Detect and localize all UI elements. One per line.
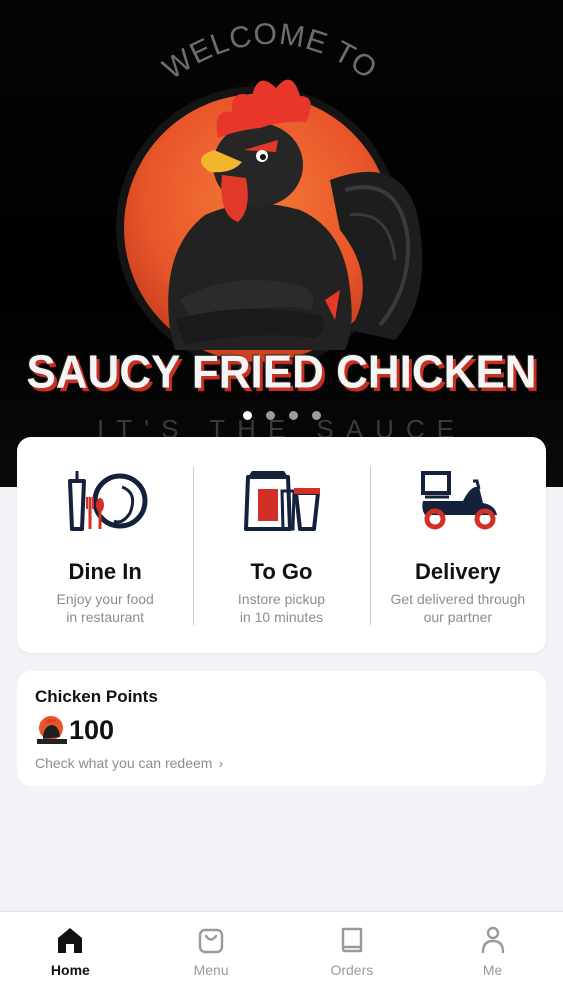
- points-value: 100: [69, 715, 115, 745]
- hero-banner[interactable]: WELCOME TO SAUCY FRIED CHICKEN IT'S THE …: [0, 0, 563, 487]
- points-logo-icon: [37, 716, 67, 744]
- carousel-dot[interactable]: [242, 411, 252, 420]
- option-title: Dine In: [68, 559, 142, 584]
- carousel-indicator[interactable]: [0, 407, 563, 425]
- book-icon: [341, 927, 363, 953]
- brand-name: SAUCY FRIED CHICKEN: [26, 346, 537, 399]
- to-go-option[interactable]: To Go Instore pickup in 10 minutes: [193, 437, 369, 653]
- tab-label: Me: [482, 962, 503, 978]
- tab-label: Orders: [330, 962, 374, 978]
- bottom-tab-bar: Home Menu Orders Me: [0, 911, 563, 1000]
- chicken-points-card[interactable]: Chicken Points 100 Check what you can re…: [17, 671, 546, 786]
- dine-in-option[interactable]: Dine In Enjoy your food in restaurant: [17, 437, 193, 653]
- tab-orders[interactable]: Orders: [282, 912, 423, 1000]
- order-options-card: Dine In Enjoy your food in restaurant To…: [17, 437, 546, 653]
- tab-menu[interactable]: Menu: [141, 912, 282, 1000]
- bag-icon: [198, 928, 224, 954]
- person-icon: [481, 926, 504, 954]
- carousel-dot[interactable]: [311, 411, 321, 420]
- delivery-option[interactable]: Delivery Get delivered through our partn…: [369, 437, 546, 653]
- to-go-icon: [244, 471, 321, 531]
- option-description: Get delivered through our partner: [390, 591, 526, 625]
- dine-in-icon: [68, 471, 148, 531]
- option-title: Delivery: [415, 559, 501, 584]
- home-icon: [58, 928, 83, 953]
- carousel-dot[interactable]: [288, 411, 298, 420]
- option-title: To Go: [250, 559, 313, 584]
- points-title: Chicken Points: [35, 687, 158, 706]
- tab-me[interactable]: Me: [422, 912, 563, 1000]
- delivery-scooter-icon: [420, 471, 497, 530]
- tab-home[interactable]: Home: [0, 912, 141, 1000]
- chevron-right-icon: ›: [218, 755, 224, 771]
- option-description: Instore pickup in 10 minutes: [237, 591, 326, 625]
- redeem-link-label: Check what you can redeem: [35, 755, 213, 771]
- tab-label: Menu: [193, 962, 229, 978]
- carousel-dot[interactable]: [265, 411, 275, 420]
- redeem-link[interactable]: Check what you can redeem ›: [35, 755, 223, 771]
- tab-label: Home: [50, 962, 90, 978]
- welcome-text: WELCOME TO: [157, 18, 383, 86]
- option-description: Enjoy your food in restaurant: [56, 591, 154, 625]
